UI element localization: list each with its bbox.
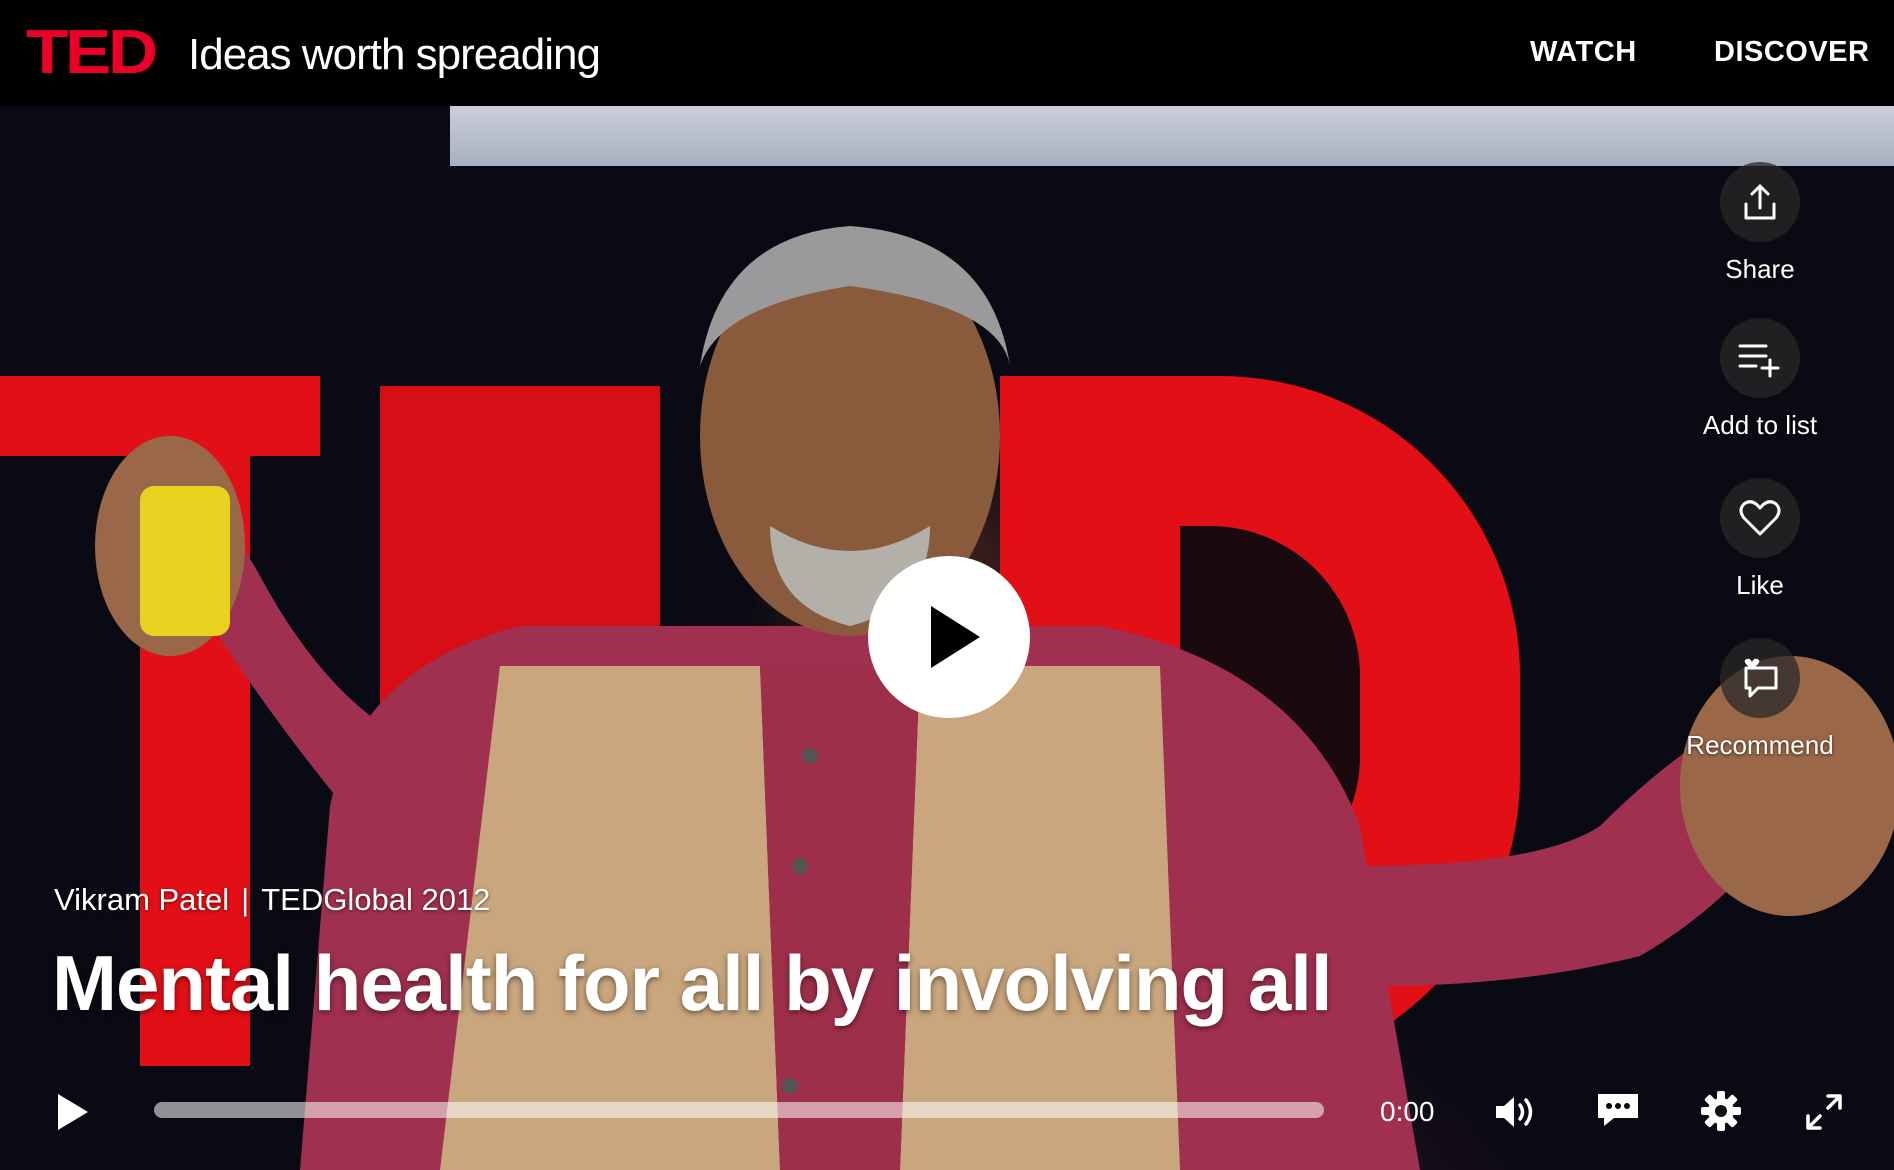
big-play-button[interactable]	[868, 556, 1030, 718]
settings-button[interactable]	[1700, 1090, 1742, 1137]
play-icon	[931, 606, 980, 668]
subtitles-icon	[1598, 1094, 1638, 1126]
add-to-list-button[interactable]: Add to list	[1670, 318, 1850, 441]
ted-logo[interactable]: TED	[26, 22, 158, 84]
like-label: Like	[1736, 570, 1784, 600]
volume-button[interactable]	[1494, 1094, 1538, 1135]
play-icon-small	[58, 1094, 88, 1130]
nav-watch[interactable]: WATCH	[1530, 36, 1637, 69]
play-button[interactable]	[52, 1090, 92, 1139]
share-button[interactable]: Share	[1670, 162, 1850, 285]
event-name[interactable]: TEDGlobal 2012	[261, 882, 490, 917]
add-to-list-icon	[1720, 318, 1800, 398]
meta-separator: |	[241, 882, 250, 917]
subtitles-button[interactable]	[1596, 1092, 1640, 1135]
recommend-icon	[1720, 638, 1800, 718]
talk-meta: Vikram Patel | TEDGlobal 2012	[54, 882, 490, 918]
gear-icon	[1701, 1091, 1741, 1131]
nav-discover[interactable]: DISCOVER	[1714, 36, 1869, 69]
fullscreen-icon	[1806, 1094, 1842, 1130]
recommend-button[interactable]: Recommend	[1670, 638, 1850, 761]
tagline: Ideas worth spreading	[188, 30, 601, 79]
heart-icon	[1720, 478, 1800, 558]
like-button[interactable]: Like	[1670, 478, 1850, 601]
time-display: 0:00	[1380, 1096, 1435, 1127]
progress-bar[interactable]	[154, 1102, 1324, 1118]
top-navigation-bar: TED Ideas worth spreading WATCH DISCOVER	[0, 0, 1894, 106]
speaker-name[interactable]: Vikram Patel	[54, 882, 229, 917]
fullscreen-button[interactable]	[1804, 1092, 1844, 1137]
add-to-list-label: Add to list	[1702, 410, 1818, 440]
video-player[interactable]: Share Add to list Like Recommend Vikram	[0, 106, 1894, 1170]
volume-icon	[1496, 1097, 1533, 1127]
talk-title: Mental health for all by involving all	[52, 939, 1333, 1027]
share-icon	[1720, 162, 1800, 242]
share-label: Share	[1725, 254, 1795, 284]
recommend-label: Recommend	[1686, 730, 1834, 760]
